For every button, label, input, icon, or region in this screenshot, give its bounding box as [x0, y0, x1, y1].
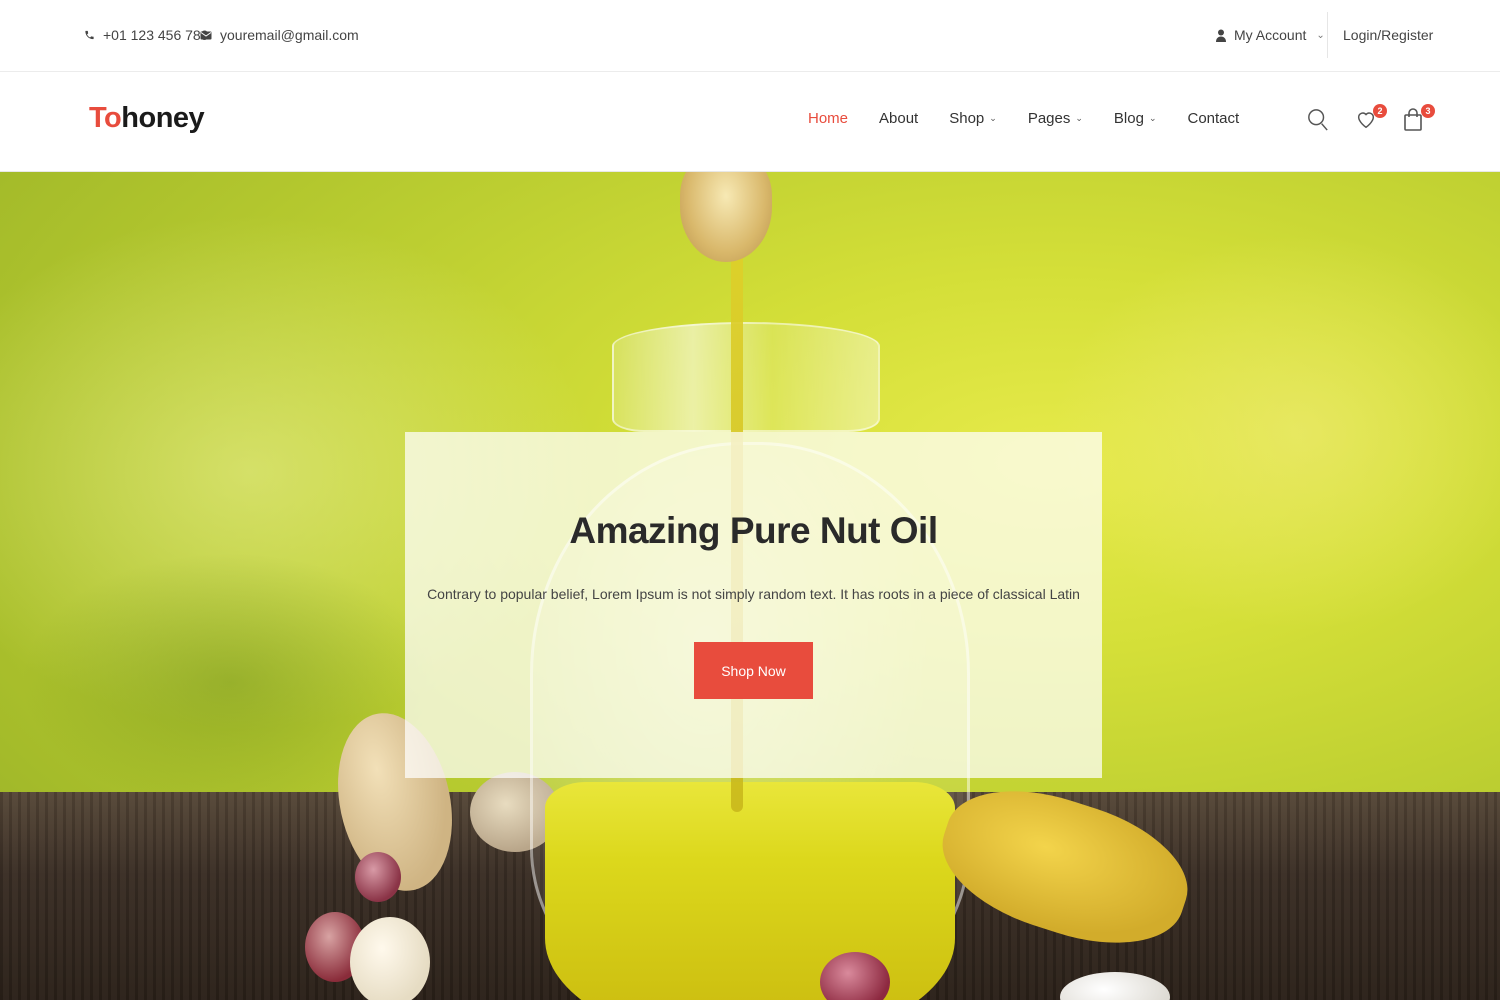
cart-count-badge: 3 [1421, 104, 1435, 118]
contact-email[interactable]: youremail@gmail.com [200, 24, 359, 46]
email-text: youremail@gmail.com [220, 27, 359, 43]
top-bar: +01 123 456 789 youremail@gmail.com My A… [0, 0, 1500, 72]
nav-item-contact[interactable]: Contact [1187, 110, 1239, 127]
main-nav: Home About Shop ⌄ Pages ⌄ Blog ⌄ Contact [808, 110, 1239, 127]
chevron-down-icon: ⌄ [1316, 29, 1325, 41]
nav-item-shop[interactable]: Shop ⌄ [949, 110, 997, 127]
chevron-down-icon: ⌄ [989, 113, 997, 123]
nav-item-pages[interactable]: Pages ⌄ [1028, 110, 1083, 127]
cart-button[interactable]: 3 [1403, 104, 1435, 136]
login-register-label: Login/Register [1343, 27, 1434, 43]
logo-rest: honey [121, 102, 205, 134]
chevron-down-icon: ⌄ [1148, 113, 1157, 123]
jar-neck-image [612, 322, 880, 432]
shop-now-button[interactable]: Shop Now [694, 642, 813, 699]
nav-item-home[interactable]: Home [808, 110, 848, 127]
cart-icon [1403, 108, 1423, 136]
phone-text: +01 123 456 789 [103, 27, 209, 43]
nav-item-blog[interactable]: Blog ⌄ [1114, 110, 1157, 127]
search-icon [1307, 109, 1329, 136]
my-account-dropdown[interactable]: My Account ⌄ [1216, 24, 1325, 46]
hero-content-card: Amazing Pure Nut Oil Contrary to popular… [405, 432, 1102, 778]
divider [1327, 12, 1328, 58]
peanut-image [355, 852, 401, 902]
chevron-down-icon: ⌄ [1075, 113, 1083, 123]
logo-accent: To [89, 102, 122, 134]
nav-label: Shop [949, 110, 985, 127]
hero-title: Amazing Pure Nut Oil [569, 510, 938, 551]
nav-label: Contact [1187, 110, 1240, 127]
oil-fill-image [545, 782, 955, 1000]
user-icon [1216, 29, 1226, 42]
nav-label: About [879, 110, 919, 127]
hero-description: Contrary to popular belief, Lorem Ipsum … [427, 586, 1080, 602]
nav-label: Blog [1113, 110, 1144, 127]
spoon-image [680, 172, 772, 262]
wishlist-button[interactable]: 2 [1355, 104, 1387, 134]
search-button[interactable] [1307, 108, 1331, 134]
hero-slider: Amazing Pure Nut Oil Contrary to popular… [0, 172, 1500, 1000]
my-account-label: My Account [1234, 27, 1307, 43]
contact-phone[interactable]: +01 123 456 789 [84, 24, 209, 46]
mail-icon [200, 30, 212, 41]
nav-label: Home [808, 110, 849, 127]
phone-icon [84, 29, 95, 41]
main-header: Tohoney Home About Shop ⌄ Pages ⌄ Blog ⌄ Co… [0, 72, 1500, 172]
hero-background-highlight [1050, 232, 1500, 632]
login-register-link[interactable]: Login/Register [1343, 24, 1433, 46]
peanut-image [350, 917, 430, 1000]
logo[interactable]: Tohoney [89, 102, 205, 135]
nav-label: Pages [1027, 110, 1071, 127]
heart-icon [1355, 112, 1377, 134]
nav-item-about[interactable]: About [879, 110, 918, 127]
wishlist-count-badge: 2 [1373, 104, 1387, 118]
